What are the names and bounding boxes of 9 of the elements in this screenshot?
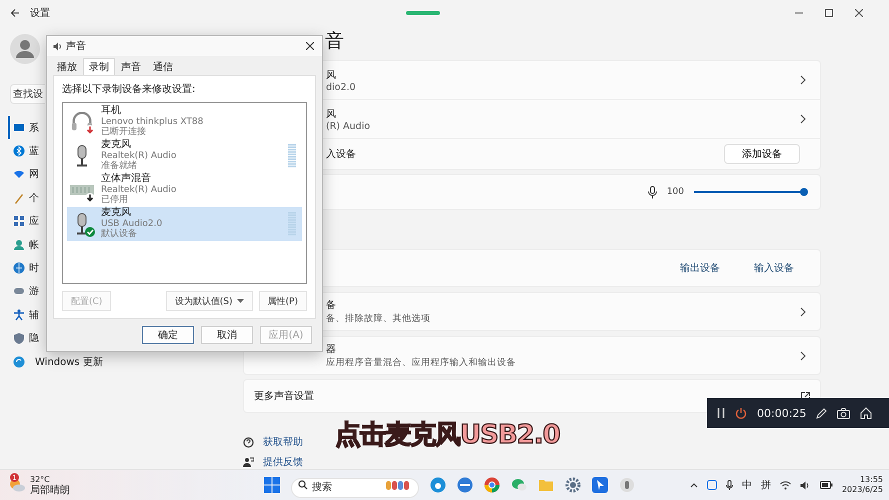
dialog-title: 声音 <box>66 40 86 53</box>
weather-text: 局部晴朗 <box>30 485 70 496</box>
volume-reading: 100 <box>666 187 684 197</box>
temperature-text: 32°C <box>30 474 51 484</box>
add-device-label: 入设备 <box>325 148 357 161</box>
instruction-text: 选择以下录制设备来修改设置: <box>62 82 196 96</box>
page-title: 音 <box>325 29 345 52</box>
video-caption: 点击麦克风USB2.0 <box>335 419 560 452</box>
window-title: 设置 <box>30 6 50 20</box>
